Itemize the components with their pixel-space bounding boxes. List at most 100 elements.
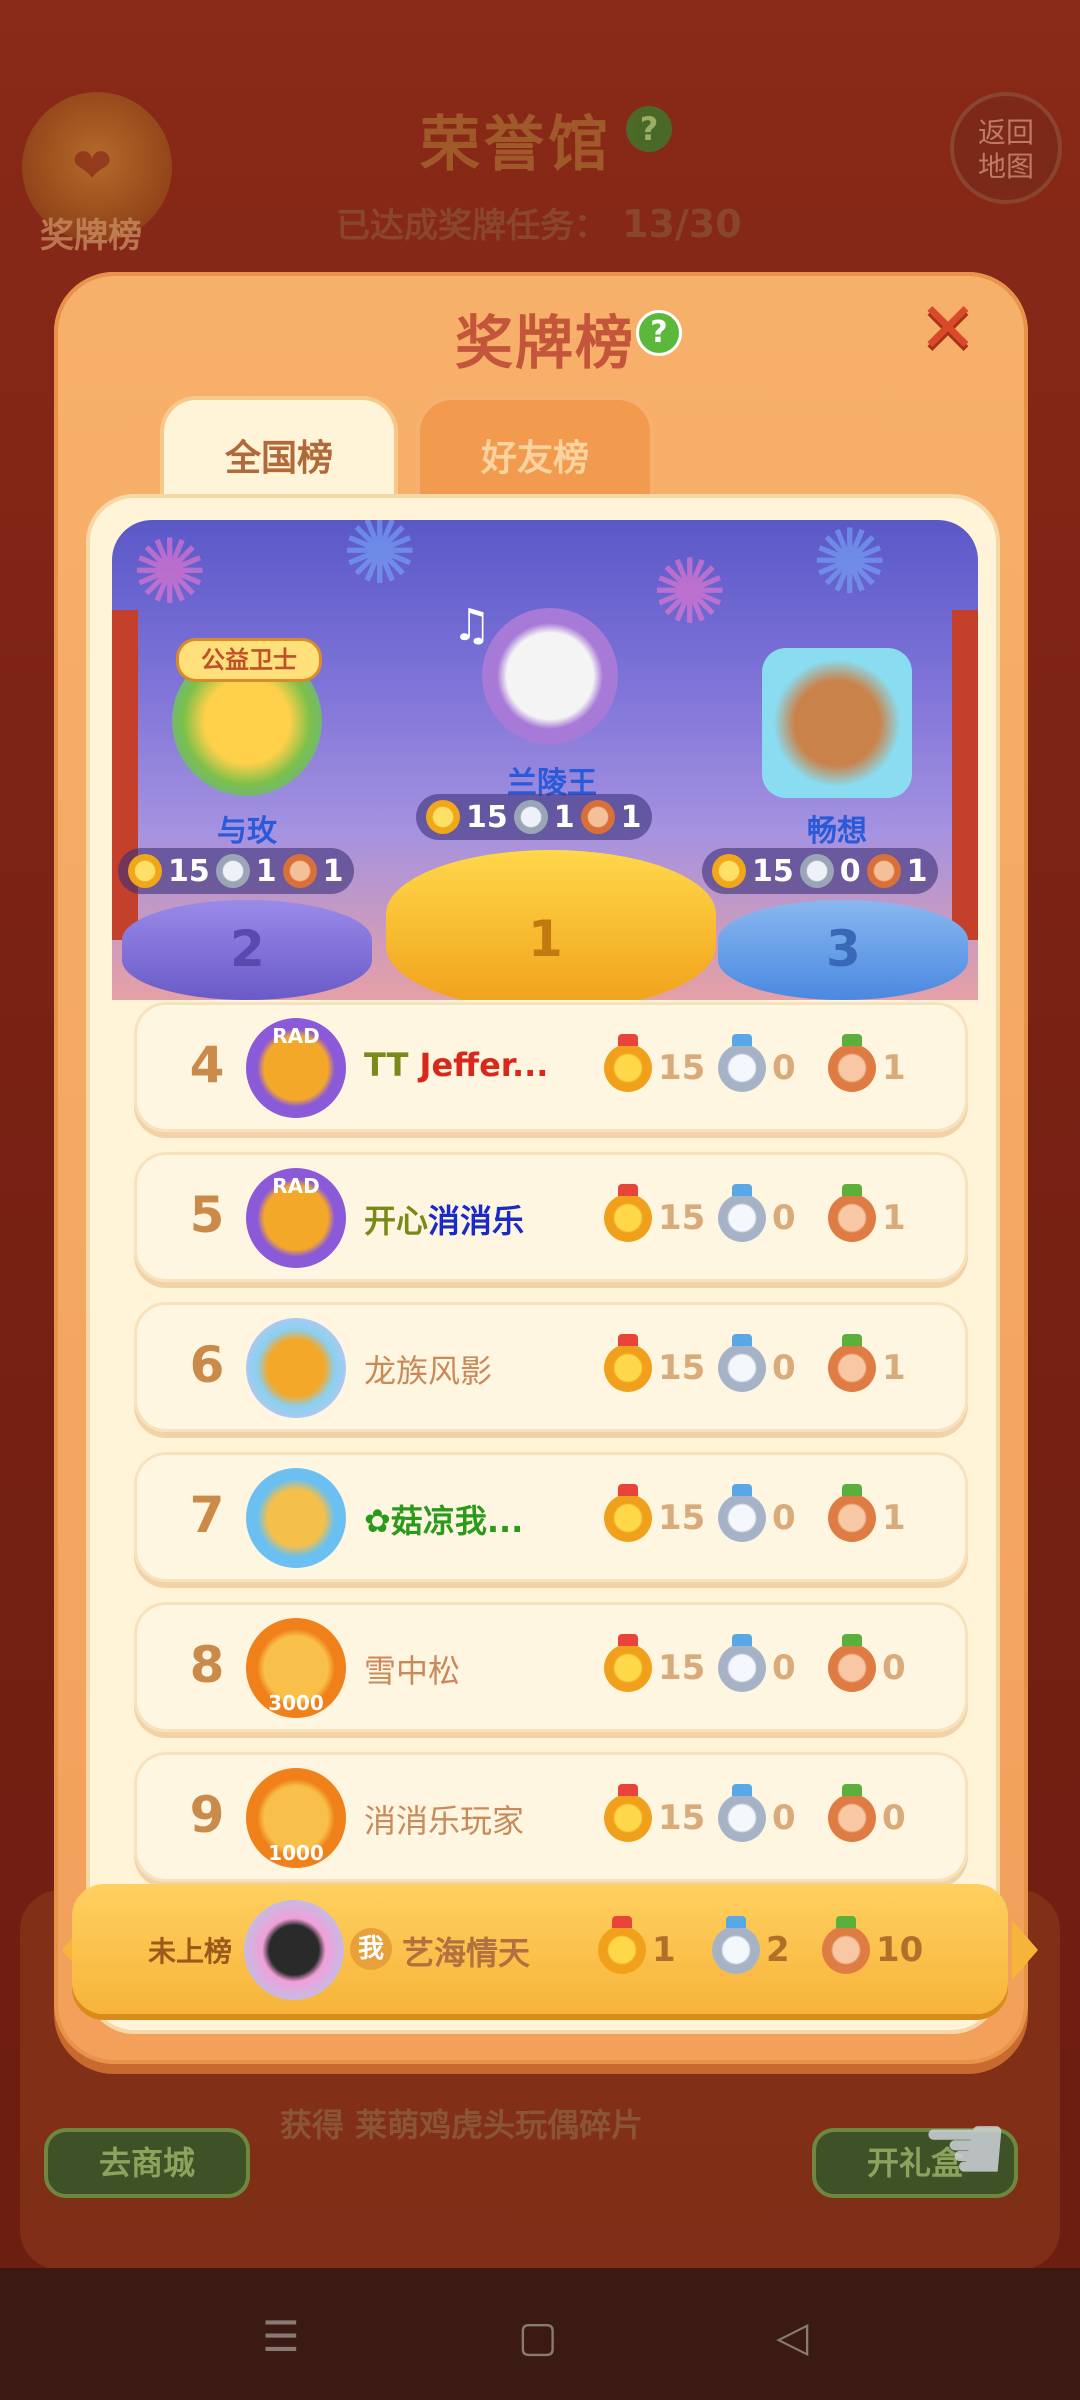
progress-label: 已达成奖牌任务：	[336, 206, 608, 246]
gold-medal-icon	[426, 800, 460, 834]
third-place-rank: 3	[826, 920, 861, 978]
first-place-avatar[interactable]	[482, 608, 618, 744]
leaderboard-panel: ✺ ✺ ✺ ✺ 公益卫士 与玫 15 1 1 2 ♫ 兰陵王 15 1 1 1 …	[86, 494, 1000, 2034]
second-bronze-count: 1	[322, 853, 344, 889]
close-button[interactable]: ✕	[916, 293, 980, 363]
me-badge: 我	[350, 1928, 392, 1970]
bronze-count: 1	[828, 1334, 906, 1392]
home-icon[interactable]: ▢	[518, 2312, 558, 2361]
my-rank-row[interactable]: 未上榜 我 艺海情天 1 2 10	[72, 1884, 1008, 2014]
silver-medal-icon	[718, 1034, 766, 1092]
third-place-avatar[interactable]	[762, 648, 912, 798]
bronze-count: 1	[828, 1484, 906, 1542]
row-player-name: 雪中松	[364, 1652, 461, 1690]
bronze-medal-icon	[828, 1784, 876, 1842]
my-player-name: 艺海情天	[402, 1934, 531, 1972]
bronze-value: 1	[882, 1048, 906, 1088]
row-avatar[interactable]: 1000	[246, 1768, 346, 1868]
second-gold-count: 15	[168, 853, 210, 889]
my-avatar[interactable]	[244, 1900, 344, 2000]
bronze-value: 1	[882, 1348, 906, 1388]
progress-value: 13/30	[622, 202, 742, 246]
row-avatar[interactable]: 3000	[246, 1618, 346, 1718]
silver-count: 0	[718, 1334, 796, 1392]
name-part: 开心	[364, 1202, 429, 1240]
row-player-name: 消消乐玩家	[364, 1802, 525, 1840]
system-navigation-bar: ☰ ▢ ◁	[0, 2268, 1080, 2400]
name-part: Jeffer...	[419, 1046, 549, 1084]
menu-icon[interactable]: ☰	[262, 2312, 300, 2361]
bronze-count: 1	[828, 1034, 906, 1092]
music-note-icon: ♫	[452, 600, 492, 651]
second-silver-count: 1	[255, 853, 277, 889]
my-silver-count: 2	[712, 1916, 790, 1974]
dialog-help-icon[interactable]: ?	[636, 310, 682, 356]
gold-medal-icon	[604, 1334, 652, 1392]
row-player-name: 开心消消乐	[364, 1196, 524, 1242]
gold-medal-icon	[604, 1034, 652, 1092]
row-rank: 6	[189, 1336, 225, 1394]
return-map-button[interactable]: 返回 地图	[950, 92, 1062, 204]
row-rank: 8	[189, 1636, 225, 1694]
silver-value: 0	[772, 1348, 796, 1388]
silver-medal-icon	[215, 854, 250, 888]
row-player-name: ✿菇凉我...	[364, 1502, 524, 1540]
gold-medal-icon	[604, 1484, 652, 1542]
first-silver-count: 1	[553, 799, 575, 835]
back-icon[interactable]: ◁	[776, 2312, 808, 2361]
leaderboard-row[interactable]: 5 RAD 开心消消乐 15 0 1	[134, 1152, 968, 1282]
silver-medal-icon	[718, 1484, 766, 1542]
gold-count: 15	[604, 1484, 705, 1542]
pointing-hand-icon: ☚	[920, 2090, 1010, 2207]
leaderboard-row[interactable]: 8 3000 雪中松 15 0 0	[134, 1602, 968, 1732]
go-shop-button[interactable]: 去商城	[44, 2128, 250, 2198]
first-place-rank: 1	[528, 910, 563, 968]
gold-value: 15	[658, 1048, 706, 1088]
firework-decoration: ✺	[812, 520, 888, 615]
silver-value: 0	[772, 1498, 796, 1538]
row-avatar[interactable]: RAD	[246, 1168, 346, 1268]
silver-count: 0	[718, 1184, 796, 1242]
gold-value: 15	[658, 1348, 706, 1388]
leaderboard-row[interactable]: 6 龙族风影 15 0 1	[134, 1302, 968, 1432]
leaderboard-row[interactable]: 7 ✿菇凉我... 15 0 1	[134, 1452, 968, 1582]
bronze-medal-icon	[866, 854, 901, 888]
gold-value: 15	[658, 1798, 706, 1838]
stage-pillar	[952, 610, 978, 940]
name-part: TT	[364, 1046, 420, 1084]
second-place-rank: 2	[230, 920, 265, 978]
silver-count: 0	[718, 1784, 796, 1842]
row-avatar[interactable]: RAD	[246, 1018, 346, 1118]
leaderboard-row[interactable]: 9 1000 消消乐玩家 15 0 0	[134, 1752, 968, 1882]
bronze-value: 0	[882, 1798, 906, 1838]
gold-count: 15	[604, 1034, 706, 1092]
firework-decoration: ✺	[342, 520, 418, 605]
silver-medal-icon	[718, 1334, 766, 1392]
tab-friends[interactable]: 好友榜	[416, 396, 654, 506]
silver-medal-icon	[718, 1184, 766, 1242]
self-row-right-arrow	[1012, 1920, 1038, 1980]
firework-decoration: ✺	[132, 520, 208, 625]
second-place-name: 与玫	[217, 814, 277, 849]
leaderboard-row[interactable]: 4 RAD TT Jeffer... 15 0 1	[134, 1002, 968, 1132]
my-gold-count: 1	[598, 1916, 676, 1974]
bronze-medal-icon	[828, 1484, 876, 1542]
row-avatar[interactable]	[246, 1318, 346, 1418]
firework-decoration: ✺	[652, 540, 728, 645]
silver-value: 0	[772, 1798, 796, 1838]
gold-count: 15	[604, 1634, 705, 1692]
gold-count: 15	[604, 1784, 706, 1842]
bronze-medal-icon	[580, 800, 615, 834]
bronze-value: 1	[882, 1198, 906, 1238]
row-rank: 7	[189, 1486, 225, 1544]
tab-national[interactable]: 全国榜	[160, 396, 398, 506]
podium-stage: ✺ ✺ ✺ ✺ 公益卫士 与玫 15 1 1 2 ♫ 兰陵王 15 1 1 1 …	[112, 520, 978, 1000]
row-avatar[interactable]	[246, 1468, 346, 1568]
silver-value: 0	[772, 1648, 796, 1688]
medal-board-entry-label: 奖牌榜	[40, 216, 142, 256]
bronze-count: 0	[828, 1784, 906, 1842]
silver-count: 0	[718, 1634, 796, 1692]
honor-hall-help-icon[interactable]: ?	[626, 106, 672, 152]
reward-text: 获得 莱萌鸡虎头玩偶碎片	[280, 2106, 644, 2144]
public-welfare-badge: 公益卫士	[176, 638, 322, 682]
